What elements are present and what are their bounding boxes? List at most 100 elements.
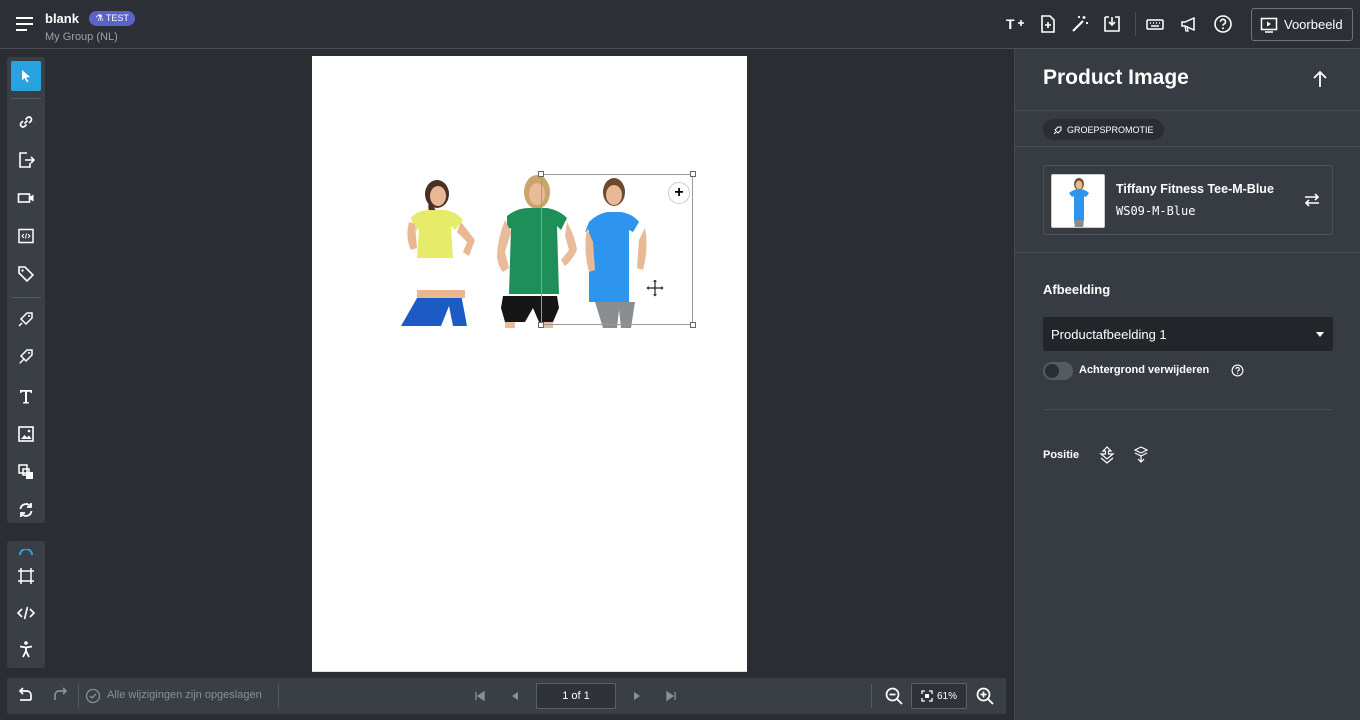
add-element-button[interactable]: +: [668, 182, 690, 204]
text-tool[interactable]: [11, 381, 41, 411]
redo-icon[interactable]: [50, 686, 70, 706]
keyboard-icon[interactable]: [1145, 14, 1165, 34]
panel-title: Product Image: [1043, 66, 1189, 89]
image-select-value: Productafbeelding 1: [1051, 326, 1167, 342]
product-sku: WS09-M-Blue: [1116, 204, 1196, 218]
group-subtitle: My Group (NL): [45, 31, 118, 43]
layers-icon: [18, 464, 33, 479]
price-tag-edit-tool[interactable]: [11, 342, 41, 372]
properties-panel: Product Image GROEPSPROMOTIE Tiffany Fit…: [1014, 49, 1360, 720]
top-bar: blank ⚗ TEST My Group (NL) T Voorbeeld: [0, 0, 1360, 49]
bottom-divider: [278, 684, 279, 708]
document-title[interactable]: blank: [45, 11, 79, 26]
export-tool[interactable]: [11, 145, 41, 175]
model-yellow-shirt: [401, 180, 475, 326]
zoom-fit-button[interactable]: 61%: [911, 683, 967, 709]
refresh-tool[interactable]: [11, 495, 41, 525]
html-code-icon: [18, 228, 34, 244]
tool-group-secondary: [7, 541, 45, 668]
tag-tool[interactable]: [11, 259, 41, 289]
send-backward-icon[interactable]: [1132, 446, 1150, 464]
svg-text:T: T: [1006, 16, 1015, 32]
zoom-level: 61%: [936, 690, 957, 702]
download-icon[interactable]: [1102, 14, 1122, 34]
left-toolbar: [7, 57, 45, 668]
check-circle-icon: [85, 688, 101, 704]
price-tag-tool[interactable]: [11, 305, 41, 335]
select-pointer-icon: [22, 70, 30, 83]
layers-tool[interactable]: [11, 457, 41, 487]
product-thumbnail: [1051, 174, 1105, 228]
export-icon: [19, 152, 35, 168]
document-title-block: blank ⚗ TEST My Group (NL): [45, 10, 135, 43]
arrow-up-icon[interactable]: [1311, 69, 1329, 89]
menu-icon[interactable]: [16, 17, 33, 31]
resize-handle-top-left[interactable]: [538, 171, 544, 177]
bottom-bar: Alle wijzigingen zijn opgeslagen 1 of 1 …: [7, 678, 1006, 714]
page-indicator[interactable]: 1 of 1: [536, 683, 616, 709]
preview-label: Voorbeeld: [1284, 17, 1343, 32]
canvas-page[interactable]: [312, 56, 747, 672]
code-icon: [17, 606, 35, 620]
video-icon: [17, 193, 34, 203]
frame-tool[interactable]: [11, 561, 41, 591]
product-card[interactable]: Tiffany Fitness Tee-M-Blue WS09-M-Blue: [1043, 165, 1333, 235]
link-icon: [19, 116, 33, 128]
test-badge-label: TEST: [105, 13, 129, 24]
video-tool[interactable]: [11, 183, 41, 213]
last-page-icon[interactable]: [661, 686, 681, 706]
chevron-down-icon: [1316, 332, 1324, 337]
group-promotion-badge: GROEPSPROMOTIE: [1043, 119, 1164, 140]
test-badge: ⚗ TEST: [89, 11, 135, 27]
fit-screen-icon: [921, 690, 933, 702]
position-label: Positie: [1043, 449, 1080, 461]
remove-background-label: Achtergrond verwijderen: [1079, 364, 1210, 376]
zoom-in-icon[interactable]: [975, 686, 995, 706]
bottom-divider: [871, 684, 872, 708]
panel-divider: [1015, 252, 1360, 253]
help-icon[interactable]: [1231, 364, 1244, 377]
accessibility-tool[interactable]: [11, 634, 41, 664]
preview-button[interactable]: Voorbeeld: [1251, 8, 1353, 41]
gauge-icon: [19, 549, 33, 555]
group-promotion-label: GROEPSPROMOTIE: [1067, 124, 1154, 135]
zoom-out-icon[interactable]: [884, 686, 904, 706]
price-tag-icon: [18, 312, 33, 327]
code-tool[interactable]: [11, 598, 41, 628]
move-cursor-icon: [645, 278, 665, 298]
html-tool[interactable]: [11, 221, 41, 251]
monitor-play-icon: [1260, 17, 1278, 33]
product-thumbnail-image: [1069, 178, 1089, 227]
undo-icon[interactable]: [16, 686, 36, 706]
swap-product-icon[interactable]: [1302, 190, 1322, 210]
tool-divider: [11, 297, 41, 298]
magic-wand-icon[interactable]: [1070, 14, 1090, 34]
image-tool[interactable]: [11, 419, 41, 449]
help-icon[interactable]: [1213, 14, 1233, 34]
resize-handle-top-right[interactable]: [690, 171, 696, 177]
select-tool[interactable]: [11, 61, 41, 91]
megaphone-icon[interactable]: [1179, 14, 1199, 34]
resize-handle-bottom-right[interactable]: [690, 322, 696, 328]
bring-forward-icon[interactable]: [1098, 446, 1116, 464]
image-select[interactable]: Productafbeelding 1: [1043, 317, 1333, 351]
bottom-divider: [78, 684, 79, 708]
image-icon: [18, 426, 34, 442]
remove-background-toggle[interactable]: [1043, 362, 1073, 380]
link-tool[interactable]: [11, 107, 41, 137]
image-section-label: Afbeelding: [1043, 282, 1111, 297]
tag-icon: [18, 266, 35, 283]
resize-handle-bottom-left[interactable]: [538, 322, 544, 328]
document-add-icon[interactable]: [1038, 14, 1058, 34]
tool-group-main: [7, 57, 45, 523]
next-page-icon[interactable]: [627, 686, 647, 706]
save-status: Alle wijzigingen zijn opgeslagen: [107, 689, 262, 701]
panel-divider: [1015, 146, 1360, 147]
price-tag-edit-icon: [19, 349, 33, 364]
accessibility-icon: [19, 641, 33, 658]
text-add-icon[interactable]: T: [1005, 14, 1025, 34]
panel-divider: [1043, 409, 1333, 410]
first-page-icon[interactable]: [470, 686, 490, 706]
price-tag-icon: [1053, 126, 1062, 134]
previous-page-icon[interactable]: [505, 686, 525, 706]
